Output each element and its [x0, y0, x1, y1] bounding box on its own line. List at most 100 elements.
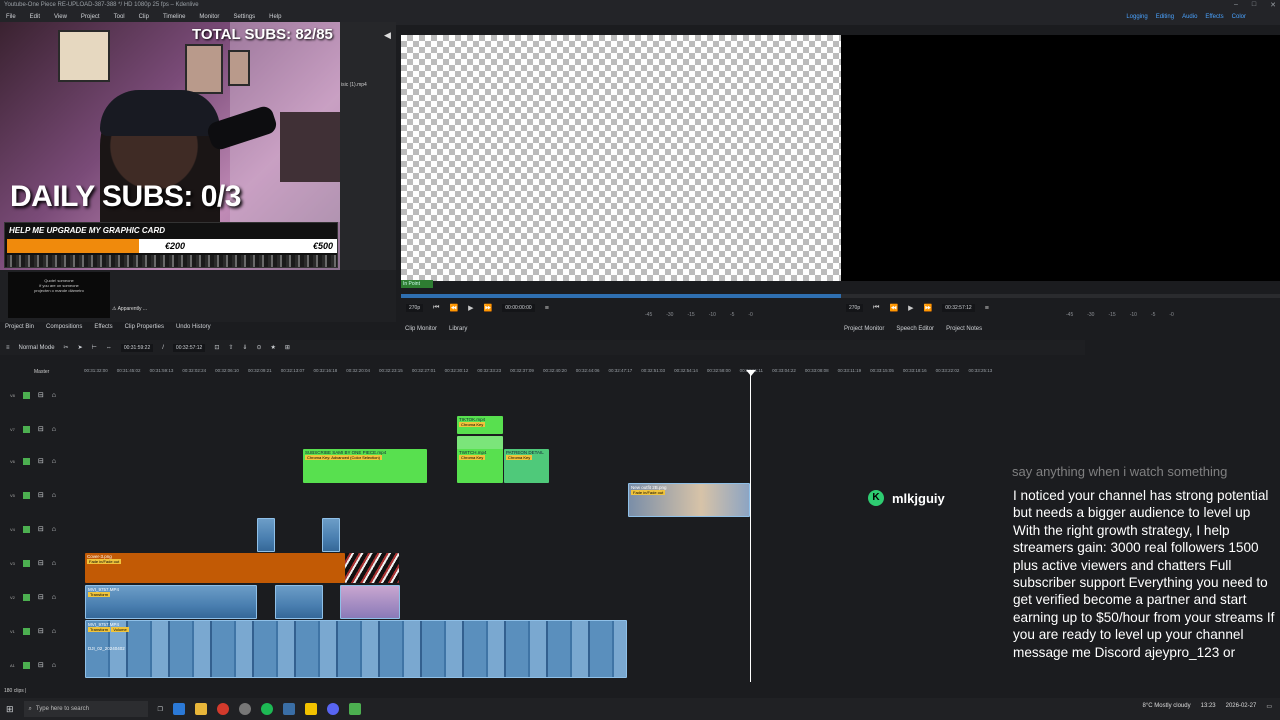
track-enable-icon[interactable] [22, 457, 30, 465]
menu-view[interactable]: View [54, 14, 67, 22]
hide-icon[interactable]: ⌂ [52, 594, 56, 601]
hide-icon[interactable]: ⌂ [52, 458, 56, 465]
track-header[interactable]: V1 ⊟ ⌂ [0, 616, 84, 646]
menu-monitor[interactable]: Monitor [199, 14, 219, 22]
track-enable-icon[interactable] [22, 391, 30, 399]
track-enable-icon[interactable] [22, 525, 30, 533]
lock-icon[interactable]: ⊟ [38, 491, 44, 499]
track-header[interactable]: V6 ⊟ ⌂ [0, 446, 84, 476]
insert-icon[interactable]: ⊡ [214, 344, 219, 351]
tab-project-notes[interactable]: Project Notes [946, 326, 982, 332]
hide-icon[interactable]: ⌂ [52, 426, 56, 433]
timeline-clip[interactable]: PATREON DETAIL Chroma Key [504, 449, 549, 483]
clip-timecode[interactable]: 00:00:00:00 [502, 304, 535, 312]
taskbar-search[interactable]: ⌕ Type here to search [23, 701, 148, 717]
clip-monitor-ruler[interactable] [401, 294, 841, 298]
track-header[interactable]: A1 ⊟ ⌂ [0, 650, 84, 680]
tab-speech-editor[interactable]: Speech Editor [896, 326, 934, 332]
timeline-clip[interactable] [257, 518, 275, 552]
lock-icon[interactable]: ⊟ [38, 391, 44, 399]
timeline-clip[interactable] [322, 518, 340, 552]
menu-tool[interactable]: Tool [114, 14, 125, 22]
playhead-handle[interactable] [746, 370, 756, 376]
menu-clip[interactable]: Clip [139, 14, 149, 22]
tab-project-bin[interactable]: Project Bin [5, 324, 34, 332]
tab-undo-history[interactable]: Undo History [176, 324, 211, 332]
menu-timeline[interactable]: Timeline [163, 14, 185, 22]
notification-icon[interactable]: ▭ [1266, 703, 1272, 710]
lock-icon[interactable]: ⊟ [38, 661, 44, 669]
spacer-icon[interactable]: ⇔ [106, 345, 112, 351]
discord-icon[interactable] [326, 703, 339, 715]
master-track-label[interactable]: Master [34, 369, 49, 375]
timeline-position[interactable]: 00:31:59:22 [120, 343, 154, 352]
close-icon[interactable]: ◀ [384, 30, 391, 41]
menu-help[interactable]: Help [269, 14, 281, 22]
play-icon[interactable]: ▶ [468, 304, 473, 312]
timeline-clip[interactable]: SUBSCRIBE SAMI BY ONE PIECE.mp4 Chroma K… [303, 449, 427, 483]
favorite-icon[interactable]: ★ [270, 344, 275, 351]
hide-icon[interactable]: ⌂ [52, 492, 56, 499]
play-icon[interactable]: ▶ [908, 304, 913, 312]
track-enable-icon[interactable] [22, 593, 30, 601]
weather[interactable]: 8°C Mostly cloudy [1143, 703, 1191, 710]
hide-icon[interactable]: ⌂ [52, 392, 56, 399]
timeline-clip[interactable]: TIKTOK.mp4 Chroma Key [457, 416, 503, 434]
timeline-ruler[interactable]: 00:31:32:00 00:31:45:02 00:31:59:13 00:32:0… [84, 368, 1084, 378]
timeline-clip[interactable]: New outfit 2B.png Fade in/Fade out [628, 483, 750, 517]
snap-icon[interactable]: ⊙ [256, 344, 261, 351]
hide-icon[interactable]: ⌂ [52, 628, 56, 635]
close-window-icon[interactable]: ✕ [1270, 1, 1276, 9]
cut-icon[interactable]: ✂ [64, 344, 69, 351]
timeline-clip[interactable] [457, 436, 503, 450]
menu-settings[interactable]: Settings [233, 14, 255, 22]
clip-monitor-view[interactable] [401, 35, 841, 281]
hide-icon[interactable]: ⌂ [52, 662, 56, 669]
lock-icon[interactable]: ⊟ [38, 593, 44, 601]
tab-project-monitor[interactable]: Project Monitor [844, 326, 884, 332]
edge-icon[interactable] [172, 703, 185, 715]
menu-file[interactable]: File [6, 14, 16, 22]
next-frame-icon[interactable]: ⏩ [484, 304, 493, 312]
maximize-icon[interactable]: □ [1252, 1, 1256, 9]
prev-frame-icon[interactable]: ⏪ [449, 304, 458, 312]
tab-clip-properties[interactable]: Clip Properties [125, 324, 164, 332]
timeline-clip[interactable] [275, 585, 323, 619]
clock-date[interactable]: 2026-02-27 [1226, 703, 1257, 710]
track-enable-icon[interactable] [22, 661, 30, 669]
hide-icon[interactable]: ⌂ [52, 526, 56, 533]
timeline-clip[interactable] [345, 553, 399, 583]
layout-logging[interactable]: Logging [1126, 14, 1147, 20]
lock-icon[interactable]: ⊟ [38, 627, 44, 635]
layout-color[interactable]: Color [1232, 14, 1246, 20]
mixer-icon[interactable]: ⊞ [285, 344, 290, 351]
timeline-clip[interactable]: MVI_9757.MP4 Transform [85, 585, 257, 619]
minimize-icon[interactable]: – [1234, 1, 1238, 9]
track-header[interactable]: V2 ⊟ ⌂ [0, 582, 84, 612]
playhead[interactable] [750, 374, 751, 682]
kdenlive-icon[interactable] [282, 703, 295, 715]
track-enable-icon[interactable] [22, 491, 30, 499]
tab-effects[interactable]: Effects [94, 324, 112, 332]
task-view-icon[interactable]: ❐ [158, 706, 163, 713]
lock-icon[interactable]: ⊟ [38, 525, 44, 533]
spotify-icon[interactable] [260, 703, 273, 715]
skip-back-icon[interactable]: ⏮ [873, 304, 879, 312]
timeline-tracks[interactable]: TIKTOK.mp4 Chroma Key SUBSCRIBE SAMI BY … [84, 380, 1084, 682]
track-header[interactable]: V5 ⊟ ⌂ [0, 480, 84, 510]
layout-audio[interactable]: Audio [1182, 14, 1197, 20]
timeline-clip[interactable]: Cover-3.png Fade in/Fade out [85, 553, 345, 583]
razor-icon[interactable]: ⊢ [92, 344, 97, 351]
lock-icon[interactable]: ⊟ [38, 559, 44, 567]
select-icon[interactable]: ➤ [78, 344, 83, 351]
notes-icon[interactable] [304, 703, 317, 715]
track-enable-icon[interactable] [22, 559, 30, 567]
timeline-clip[interactable] [340, 585, 400, 619]
tab-library[interactable]: Library [449, 326, 467, 332]
lock-icon[interactable]: ⊟ [38, 457, 44, 465]
tab-compositions[interactable]: Compositions [46, 324, 82, 332]
project-monitor-view[interactable] [841, 35, 1280, 281]
layout-editing[interactable]: Editing [1156, 14, 1174, 20]
app-icon[interactable] [348, 703, 361, 715]
windows-start-icon[interactable]: ⊞ [6, 704, 14, 715]
